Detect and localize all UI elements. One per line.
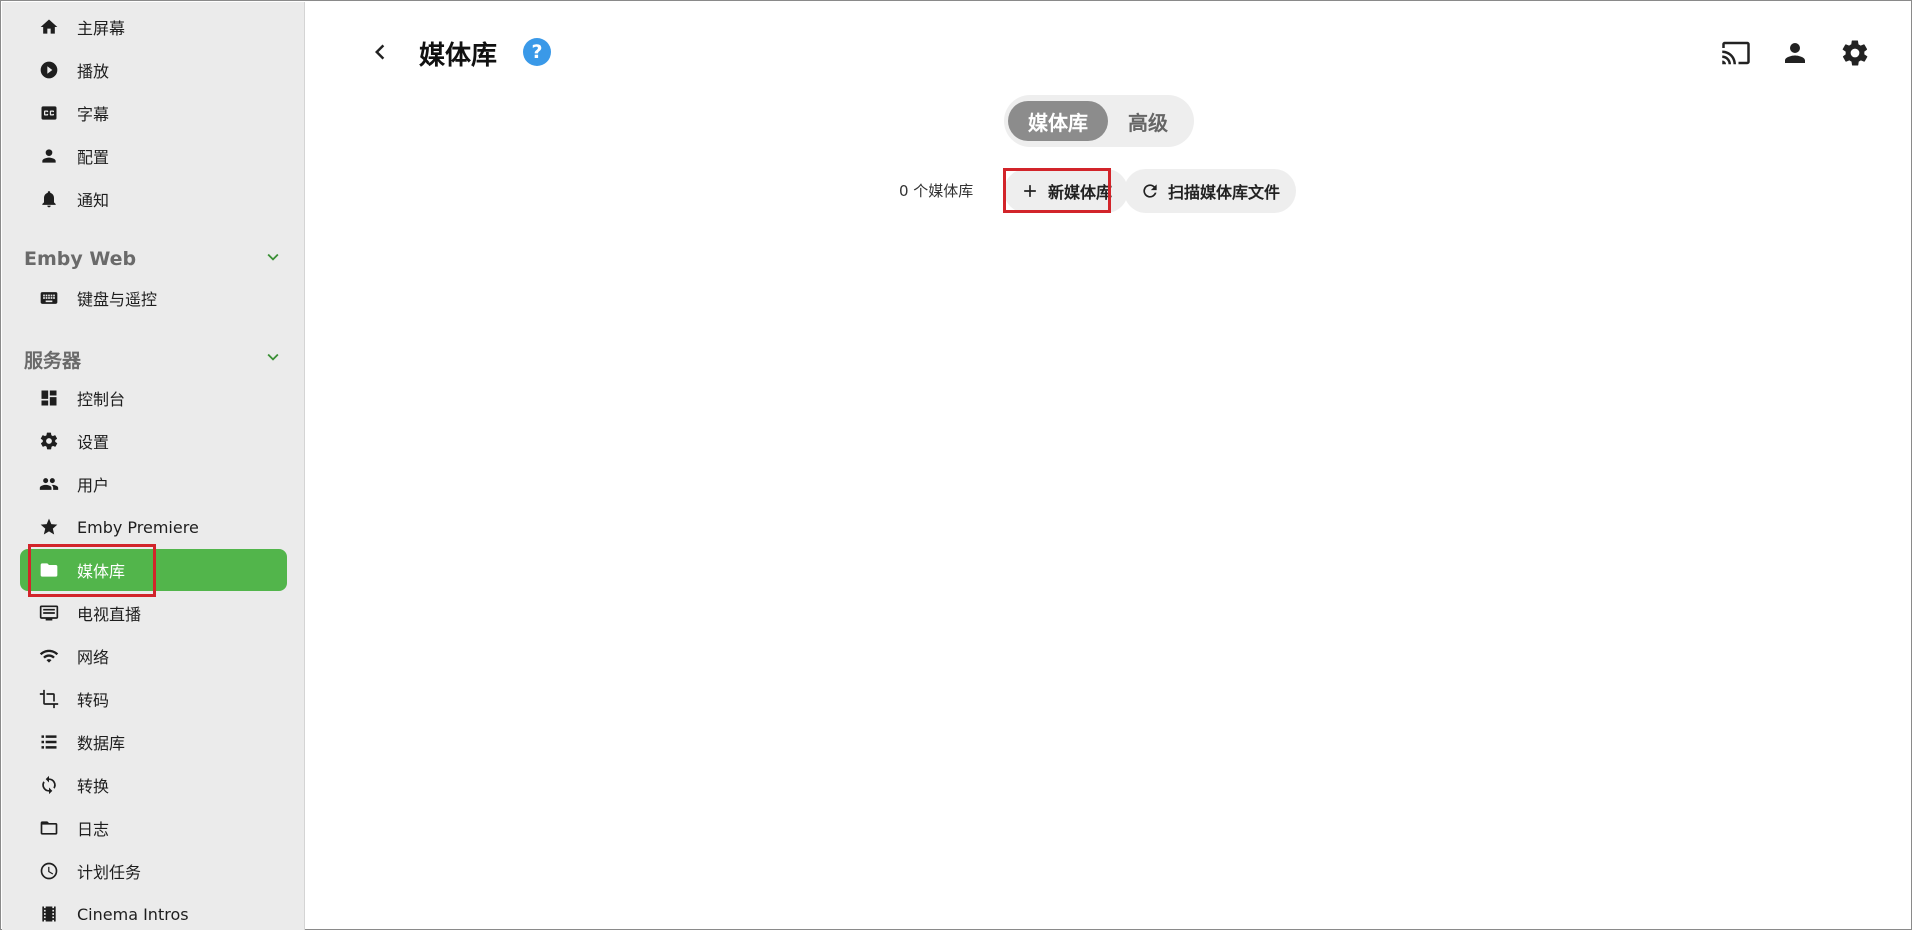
sidebar-item-label: Cinema Intros bbox=[77, 904, 189, 924]
bell-icon bbox=[38, 188, 60, 210]
sync-icon bbox=[38, 774, 60, 796]
film-icon bbox=[38, 903, 60, 925]
scan-library-label: 扫描媒体库文件 bbox=[1168, 183, 1281, 202]
sidebar-item-label: 网络 bbox=[77, 648, 110, 667]
tab-bar: 媒体库 高级 bbox=[1004, 95, 1194, 147]
section-emby-web[interactable]: Emby Web bbox=[24, 244, 284, 274]
sidebar-item-notifications[interactable]: 通知 bbox=[20, 178, 287, 220]
sidebar-item-network[interactable]: 网络 bbox=[20, 635, 287, 677]
chevron-down-icon bbox=[262, 346, 284, 372]
sidebar-item-logs[interactable]: 日志 bbox=[20, 807, 287, 849]
sidebar-item-label: 键盘与遥控 bbox=[77, 290, 158, 309]
sidebar-item-subtitles[interactable]: 字幕 bbox=[20, 92, 287, 134]
database-icon bbox=[38, 731, 60, 753]
sidebar-item-keyboard[interactable]: 键盘与遥控 bbox=[20, 277, 287, 319]
sidebar-item-label: 播放 bbox=[77, 62, 110, 81]
sidebar-item-label: 配置 bbox=[77, 148, 110, 167]
library-count: 0 个媒体库 bbox=[899, 182, 974, 200]
sidebar-item-settings[interactable]: 设置 bbox=[20, 420, 287, 462]
sidebar-item-label: 媒体库 bbox=[77, 562, 126, 581]
sidebar-item-home[interactable]: 主屏幕 bbox=[20, 6, 287, 48]
sidebar-item-profile[interactable]: 配置 bbox=[20, 135, 287, 177]
section-server[interactable]: 服务器 bbox=[24, 344, 284, 374]
sidebar: 主屏幕 播放 字幕 配置 通知 Emby Web 键盘与遥控 服务器 控制台 设… bbox=[2, 2, 305, 930]
scan-library-button[interactable]: 扫描媒体库文件 bbox=[1124, 169, 1297, 213]
sidebar-item-transcoding[interactable]: 转码 bbox=[20, 678, 287, 720]
sidebar-item-premiere[interactable]: Emby Premiere bbox=[20, 506, 287, 548]
sidebar-item-label: 转码 bbox=[77, 691, 110, 710]
new-library-label: 新媒体库 bbox=[1048, 183, 1113, 202]
sidebar-item-livetv[interactable]: 电视直播 bbox=[20, 592, 287, 634]
cast-button[interactable] bbox=[1716, 36, 1756, 70]
main-content: 媒体库 ? 媒体库 高级 0 个媒体库 新媒体库 扫描媒体库文件 bbox=[306, 2, 1912, 930]
gear-icon bbox=[38, 430, 60, 452]
sidebar-item-label: 设置 bbox=[77, 433, 110, 452]
sidebar-item-label: 主屏幕 bbox=[77, 19, 126, 38]
sidebar-item-label: 电视直播 bbox=[77, 605, 142, 624]
cast-icon bbox=[1722, 41, 1750, 65]
sidebar-item-database[interactable]: 数据库 bbox=[20, 721, 287, 763]
chevron-left-icon bbox=[375, 44, 385, 60]
tv-icon bbox=[38, 602, 60, 624]
user-button[interactable] bbox=[1775, 36, 1815, 70]
crop-icon bbox=[38, 688, 60, 710]
app-window: 主屏幕 播放 字幕 配置 通知 Emby Web 键盘与遥控 服务器 控制台 设… bbox=[0, 0, 1912, 930]
folder-icon bbox=[38, 559, 60, 581]
keyboard-icon bbox=[38, 287, 60, 309]
sidebar-item-scheduled-tasks[interactable]: 计划任务 bbox=[20, 850, 287, 892]
tab-libraries[interactable]: 媒体库 bbox=[1008, 101, 1108, 141]
sidebar-item-dashboard[interactable]: 控制台 bbox=[20, 377, 287, 419]
help-icon: ? bbox=[531, 41, 543, 63]
star-icon bbox=[38, 516, 60, 538]
sidebar-item-cinema-intros[interactable]: Cinema Intros bbox=[20, 893, 287, 930]
play-circle-icon bbox=[38, 59, 60, 81]
page-title: 媒体库 bbox=[419, 41, 498, 71]
sidebar-item-label: 控制台 bbox=[77, 390, 126, 409]
person-icon bbox=[1785, 43, 1805, 63]
sidebar-item-label: 通知 bbox=[77, 191, 110, 210]
sidebar-item-label: 日志 bbox=[77, 820, 110, 839]
help-button[interactable]: ? bbox=[523, 38, 551, 66]
sidebar-item-conversion[interactable]: 转换 bbox=[20, 764, 287, 806]
sidebar-item-label: Emby Premiere bbox=[77, 517, 199, 537]
settings-button[interactable] bbox=[1835, 36, 1875, 70]
back-button[interactable] bbox=[362, 34, 398, 70]
sidebar-item-label: 字幕 bbox=[77, 105, 110, 124]
sidebar-item-label: 用户 bbox=[77, 476, 110, 495]
sidebar-item-label: 计划任务 bbox=[77, 863, 142, 882]
sidebar-item-library[interactable]: 媒体库 bbox=[20, 549, 287, 591]
sidebar-item-users[interactable]: 用户 bbox=[20, 463, 287, 505]
refresh-icon bbox=[1143, 184, 1157, 198]
plus-icon bbox=[1024, 185, 1036, 197]
sidebar-item-label: 数据库 bbox=[77, 734, 126, 753]
sidebar-item-label: 转换 bbox=[77, 777, 110, 796]
sidebar-item-playback[interactable]: 播放 bbox=[20, 49, 287, 91]
section-title: Emby Web bbox=[24, 248, 137, 270]
new-library-button[interactable]: 新媒体库 bbox=[1004, 169, 1129, 213]
gear-icon bbox=[1842, 40, 1868, 66]
people-icon bbox=[38, 473, 60, 495]
subtitles-icon bbox=[38, 102, 60, 124]
chevron-down-icon bbox=[262, 246, 284, 272]
wifi-icon bbox=[38, 645, 60, 667]
home-icon bbox=[38, 16, 60, 38]
tab-advanced[interactable]: 高级 bbox=[1108, 101, 1188, 141]
dashboard-icon bbox=[38, 387, 60, 409]
clock-icon bbox=[38, 860, 60, 882]
folder-outline-icon bbox=[38, 817, 60, 839]
section-title: 服务器 bbox=[24, 349, 82, 372]
person-icon bbox=[38, 145, 60, 167]
